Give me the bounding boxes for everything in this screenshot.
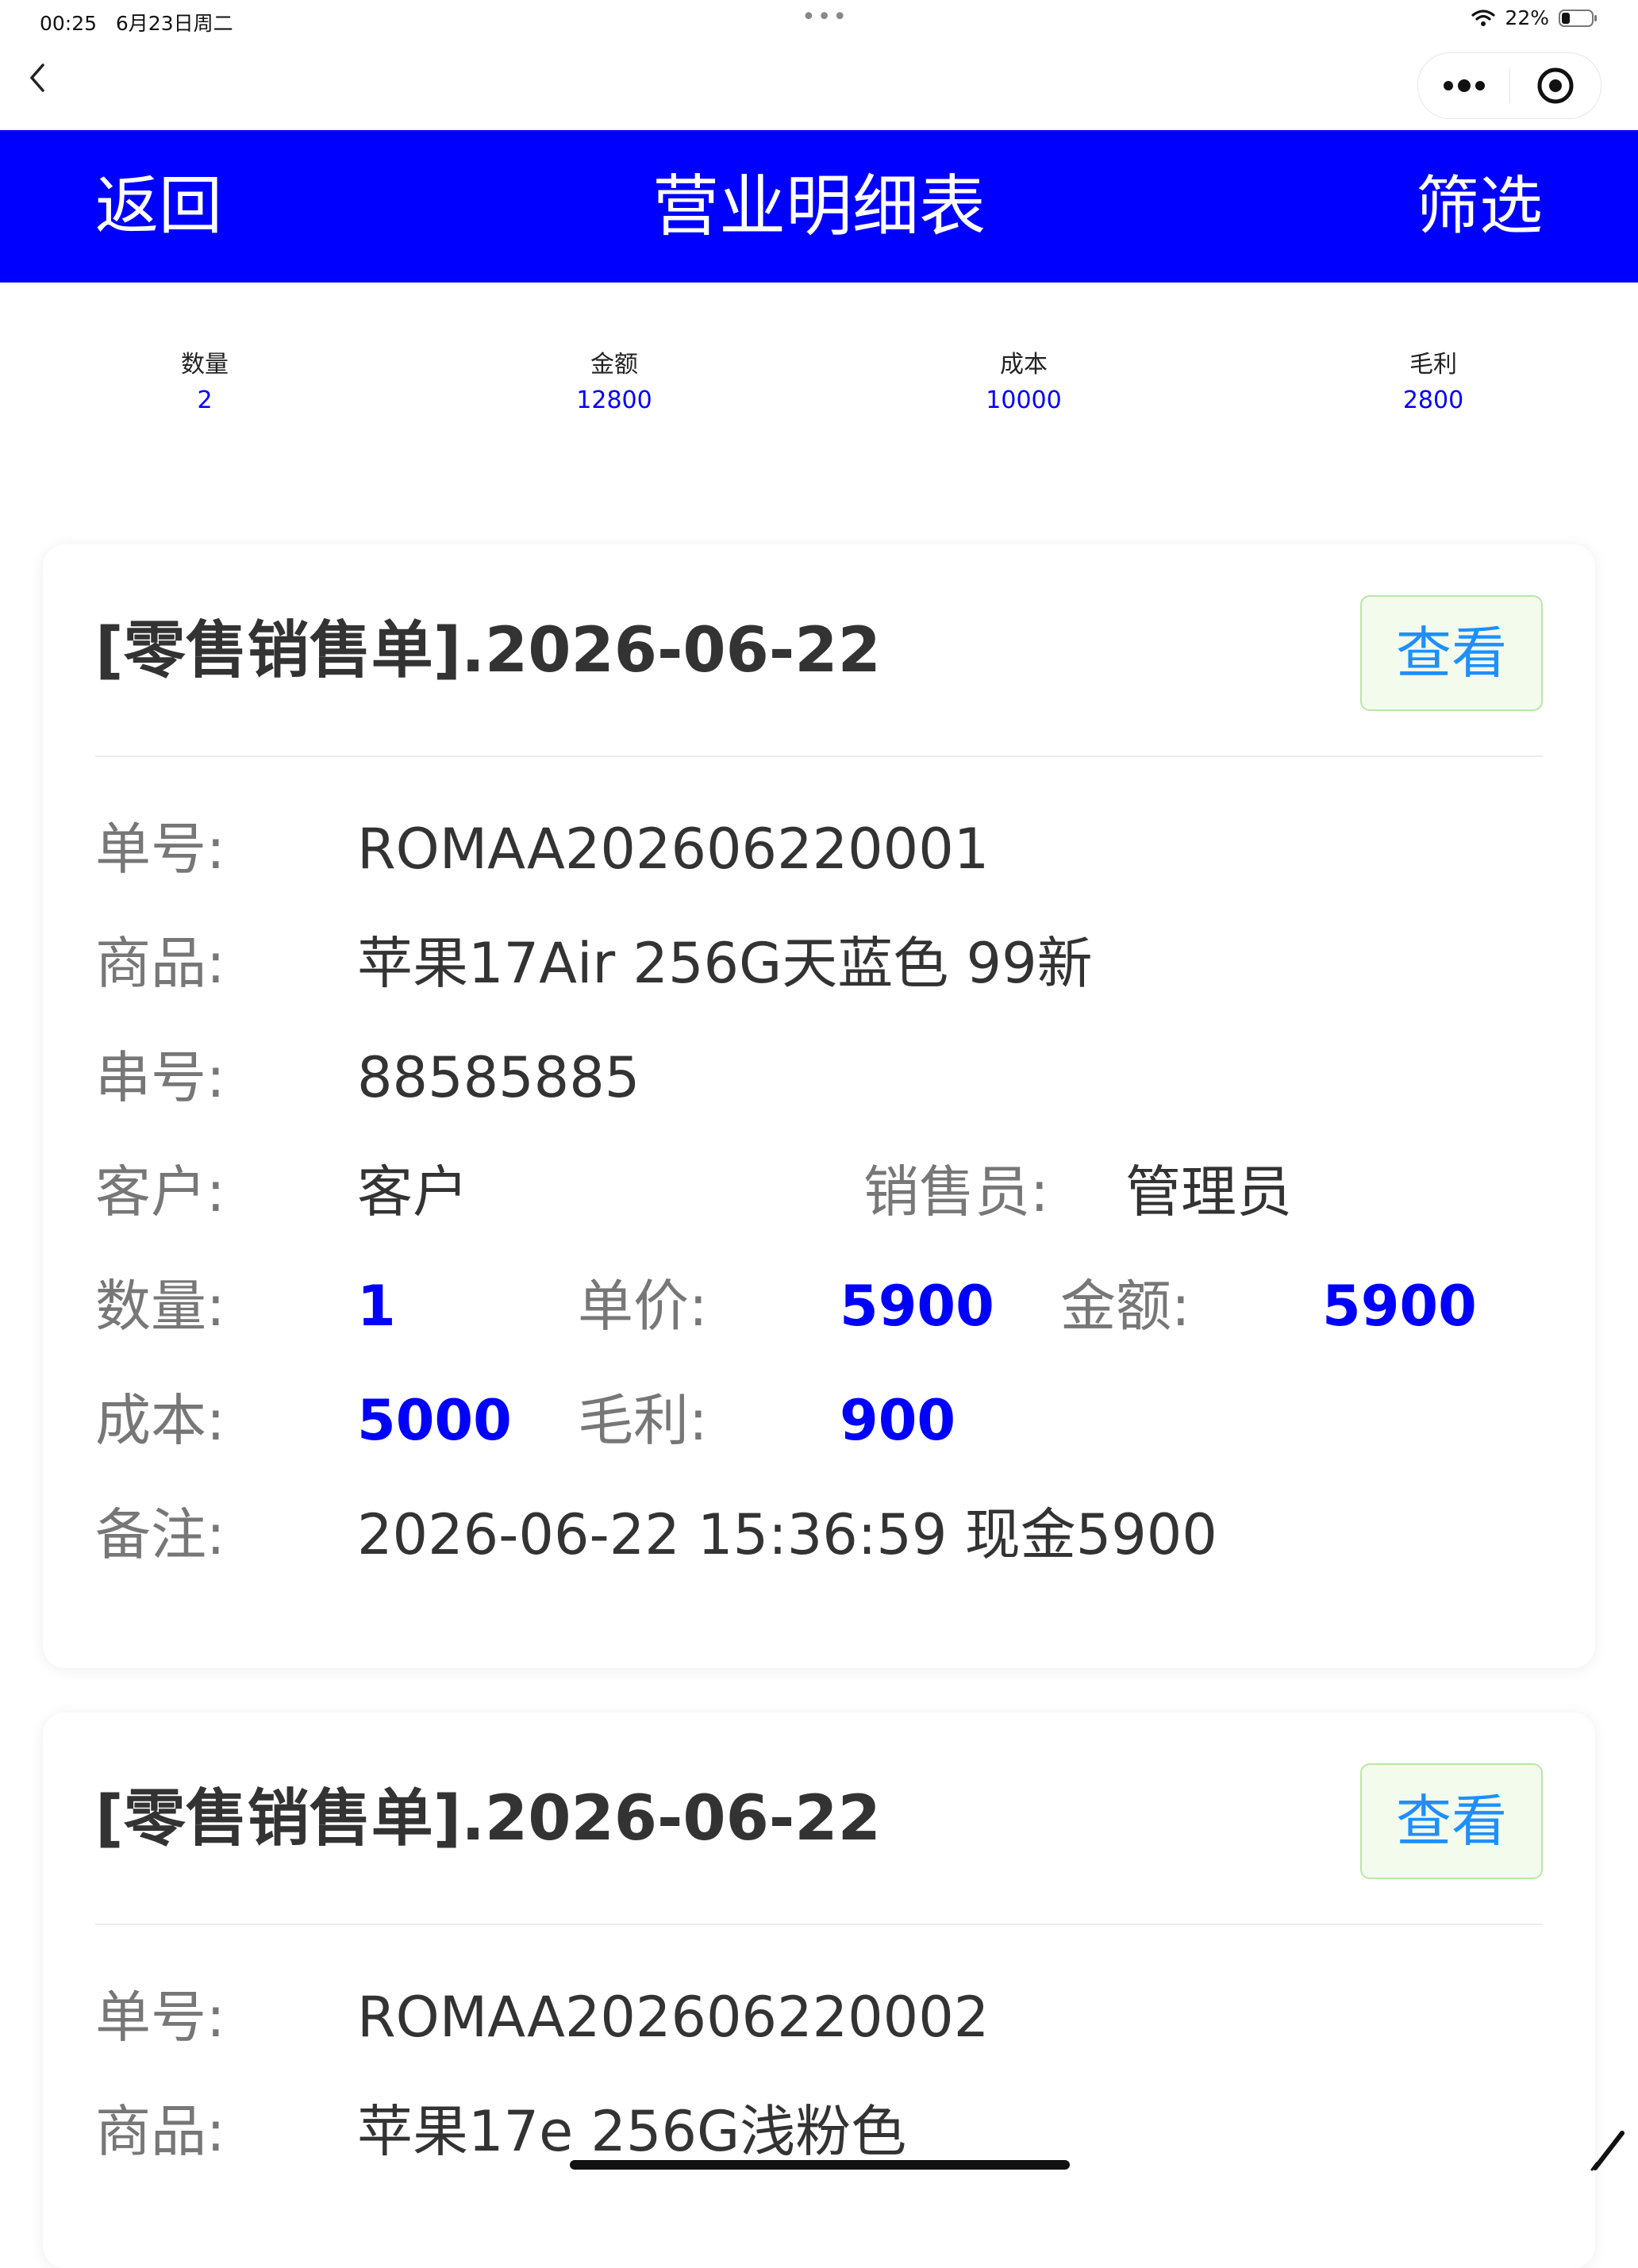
multitask-dots-icon[interactable]: ••• xyxy=(802,3,848,31)
quantity-value: 1 xyxy=(357,1274,396,1339)
home-indicator[interactable] xyxy=(570,2160,1070,2170)
view-button[interactable]: 查看 xyxy=(1360,1763,1543,1879)
summary-bar: 数量 2 金额 12800 成本 10000 毛利 2800 xyxy=(0,349,1638,444)
target-close-icon xyxy=(1537,67,1574,104)
cost-label: 成本: xyxy=(95,1388,225,1453)
serial-row: 串号: 88585885 xyxy=(95,1038,1543,1117)
summary-label: 毛利 xyxy=(1409,351,1457,379)
record-card: [零售销售单].2026-06-22 查看 单号: ROMAA202606220… xyxy=(43,1713,1595,2268)
profit-value: 900 xyxy=(840,1388,956,1453)
summary-value: 2 xyxy=(197,386,213,414)
view-button[interactable]: 查看 xyxy=(1360,595,1543,711)
wifi-icon xyxy=(1471,9,1496,26)
summary-label: 数量 xyxy=(181,351,229,379)
order-no-value: ROMAA202606220001 xyxy=(357,817,990,882)
record-card: [零售销售单].2026-06-22 查看 单号: ROMAA202606220… xyxy=(43,544,1595,1668)
page-header: 返回 营业明细表 筛选 xyxy=(0,130,1638,283)
remark-label: 备注: xyxy=(95,1502,225,1567)
order-no-row: 单号: ROMAA202606220002 xyxy=(95,1978,1543,2057)
summary-value: 12800 xyxy=(576,386,652,414)
summary-quantity: 数量 2 xyxy=(0,349,410,444)
card-divider xyxy=(95,755,1543,757)
close-miniprogram-button[interactable] xyxy=(1510,53,1601,118)
more-dots-icon xyxy=(1443,79,1485,92)
salesperson-label: 销售员: xyxy=(863,1159,1049,1224)
back-button[interactable]: 返回 xyxy=(95,168,222,244)
summary-amount: 金额 12800 xyxy=(410,349,819,444)
unit-price-value: 5900 xyxy=(840,1274,994,1339)
status-date-text: 6月23日周二 xyxy=(115,12,233,35)
more-options-button[interactable] xyxy=(1418,53,1509,118)
salesperson-value: 管理员 xyxy=(1125,1159,1292,1224)
customer-label: 客户: xyxy=(95,1159,225,1224)
summary-value: 2800 xyxy=(1402,386,1464,414)
order-no-value: ROMAA202606220002 xyxy=(357,1985,990,2050)
amount-value: 5900 xyxy=(1322,1274,1477,1339)
product-row: 商品: 苹果17e 256G浅粉色 xyxy=(95,2092,1543,2171)
quantity-price-row: 数量: 1 单价: 5900 金额: 5900 xyxy=(95,1267,1543,1346)
amount-label: 金额: xyxy=(1060,1274,1190,1339)
quantity-label: 数量: xyxy=(95,1274,225,1339)
summary-label: 成本 xyxy=(1000,351,1048,379)
page-title: 营业明细表 xyxy=(652,167,986,245)
pencil-icon xyxy=(1590,2131,1625,2171)
product-value: 苹果17e 256G浅粉色 xyxy=(357,2099,907,2164)
card-divider xyxy=(95,1924,1543,1925)
summary-value: 10000 xyxy=(986,386,1062,414)
summary-cost: 成本 10000 xyxy=(819,349,1228,444)
status-time: 00:25 6月23日周二 xyxy=(40,8,233,37)
remark-value: 2026-06-22 15:36:59 现金5900 xyxy=(357,1502,1217,1567)
cost-value: 5000 xyxy=(357,1388,512,1453)
profit-label: 毛利: xyxy=(578,1388,708,1453)
order-no-label: 单号: xyxy=(95,817,225,882)
order-no-row: 单号: ROMAA202606220001 xyxy=(95,809,1543,889)
unit-price-label: 单价: xyxy=(578,1274,708,1339)
order-no-label: 单号: xyxy=(95,1985,225,2050)
record-title: [零售销售单].2026-06-22 xyxy=(95,1783,881,1855)
product-label: 商品: xyxy=(95,931,225,996)
filter-button[interactable]: 筛选 xyxy=(1416,168,1543,244)
serial-value: 88585885 xyxy=(357,1045,640,1110)
record-title: [零售销售单].2026-06-22 xyxy=(95,615,881,686)
battery-percent: 22% xyxy=(1505,6,1549,29)
customer-value: 客户 xyxy=(357,1159,468,1224)
summary-profit: 毛利 2800 xyxy=(1228,349,1638,444)
status-bar: 00:25 6月23日周二 ••• 22% xyxy=(0,0,1638,40)
product-label: 商品: xyxy=(95,2099,225,2164)
miniprogram-nav-bar xyxy=(0,40,1638,130)
status-right: 22% xyxy=(1471,6,1598,29)
customer-row: 客户: 客户 销售员: 管理员 xyxy=(95,1152,1543,1232)
product-value: 苹果17Air 256G天蓝色 99新 xyxy=(357,931,1093,996)
battery-icon xyxy=(1559,9,1597,27)
summary-label: 金额 xyxy=(590,351,638,379)
cost-profit-row: 成本: 5000 毛利: 900 xyxy=(95,1381,1543,1460)
capsule-menu xyxy=(1417,52,1601,119)
remark-row: 备注: 2026-06-22 15:36:59 现金5900 xyxy=(95,1495,1543,1574)
product-row: 商品: 苹果17Air 256G天蓝色 99新 xyxy=(95,924,1543,1003)
status-time-text: 00:25 xyxy=(40,12,98,35)
serial-label: 串号: xyxy=(95,1045,225,1110)
back-chevron-icon[interactable] xyxy=(25,60,49,95)
page: 00:25 6月23日周二 ••• 22% 返回 营业明细表 筛选 数量 2 金… xyxy=(0,0,1638,2268)
